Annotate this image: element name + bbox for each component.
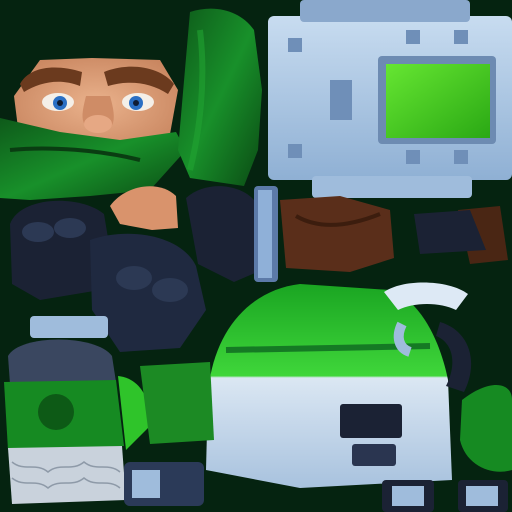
chest-plate-texture — [268, 0, 512, 198]
texture-atlas — [0, 0, 512, 512]
skirt-texture — [206, 284, 452, 488]
